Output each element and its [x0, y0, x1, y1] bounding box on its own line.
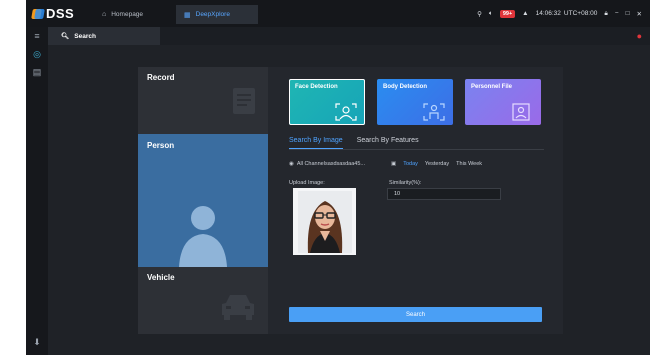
category-record-label: Record	[147, 73, 175, 82]
status-area: ⚲ 🔈︎ 99+ ▲ 14:06:32 UTC+08:00 🔒︎ − □ ✕	[477, 9, 650, 18]
card-personnel-file-label: Personnel File	[471, 84, 513, 90]
tab-search-by-features[interactable]: Search By Features	[357, 137, 419, 149]
filter-row: ◉ All Channelsasdsasdaa45... ▣ Today Yes…	[289, 161, 482, 167]
similarity-input[interactable]: 10	[387, 188, 501, 200]
category-person[interactable]: Person	[138, 134, 268, 267]
left-edge	[0, 0, 26, 355]
clock-timezone: UTC+08:00	[563, 10, 598, 17]
person-icon	[179, 206, 227, 267]
search-panel: Record Person Vehicle Face Detection Bod…	[138, 67, 563, 334]
right-edge	[650, 0, 656, 355]
date-range: ▣ Today Yesterday This Week	[391, 161, 482, 167]
tab-search-by-image[interactable]: Search By Image	[289, 137, 343, 149]
category-vehicle-label: Vehicle	[147, 273, 175, 282]
date-today[interactable]: Today	[403, 161, 418, 167]
body-scan-icon	[423, 103, 445, 121]
icon-rail: ≡ ◎ ▤ ⬇︎	[26, 27, 48, 355]
channel-selector-value: All Channelsasdsasdaa45...	[296, 161, 365, 167]
home-icon: ⌂	[102, 11, 107, 18]
uploaded-photo[interactable]	[293, 188, 356, 255]
date-this-week[interactable]: This Week	[456, 161, 482, 167]
tab-search[interactable]: 🔍︎ Search	[48, 27, 160, 45]
upload-image-label: Upload Image:	[289, 180, 325, 186]
card-face-detection-label: Face Detection	[295, 84, 338, 90]
calendar-icon[interactable]: ▣	[391, 161, 396, 167]
alarm-icon[interactable]: 🔈︎	[489, 10, 493, 18]
search-icon: 🔍︎	[61, 33, 70, 40]
search-content: Face Detection Body Detection Personnel …	[268, 67, 563, 334]
date-yesterday[interactable]: Yesterday	[425, 161, 449, 167]
sub-bar: 🔍︎ Search ●	[48, 27, 650, 45]
search-button[interactable]: Search	[289, 307, 542, 322]
search-app-icon[interactable]: ◎	[26, 45, 48, 63]
tab-search-label: Search	[74, 32, 96, 40]
tab-deepxplore-label: DeepXplore	[195, 11, 230, 18]
wifi-icon[interactable]: ⚲	[477, 10, 482, 18]
lock-icon[interactable]: 🔒︎	[604, 10, 607, 18]
tab-deepxplore[interactable]: ▦ DeepXplore	[176, 5, 258, 24]
device-icon[interactable]: ▤	[26, 63, 48, 81]
search-mode-tabs: Search By Image Search By Features	[289, 137, 419, 149]
title-bar: DSS ⌂ Homepage ▦ DeepXplore ⚲ 🔈︎ 99+ ▲ 1…	[26, 0, 650, 27]
face-photo	[297, 190, 352, 253]
location-icon: ◉	[289, 161, 294, 167]
user-icon[interactable]: ▲	[522, 10, 528, 17]
similarity-label: Similarity(%):	[389, 180, 422, 186]
category-person-label: Person	[147, 141, 175, 150]
minimize-icon[interactable]: −	[615, 10, 619, 17]
category-vehicle[interactable]: Vehicle	[138, 267, 268, 334]
download-icon[interactable]: ⬇︎	[26, 333, 48, 351]
card-body-detection[interactable]: Body Detection	[377, 79, 453, 125]
card-face-detection[interactable]: Face Detection	[289, 79, 365, 125]
card-personnel-file[interactable]: Personnel File	[465, 79, 541, 125]
menu-icon[interactable]: ≡	[26, 27, 48, 45]
tab-homepage[interactable]: ⌂ Homepage	[94, 5, 176, 24]
face-scan-icon	[335, 103, 357, 121]
personnel-file-icon	[512, 103, 530, 121]
app-logo: DSS	[31, 6, 94, 21]
maximize-icon[interactable]: □	[626, 10, 630, 17]
tab-homepage-label: Homepage	[111, 11, 144, 18]
logo-text: DSS	[46, 6, 75, 21]
logo-icon	[31, 8, 45, 20]
car-icon	[222, 295, 254, 320]
notification-icon[interactable]: ●	[637, 31, 642, 41]
grid-icon: ▦	[184, 11, 191, 19]
channel-selector[interactable]: ◉ All Channelsasdsasdaa45...	[289, 161, 385, 167]
category-record[interactable]: Record	[138, 67, 268, 134]
card-body-detection-label: Body Detection	[383, 84, 428, 90]
close-icon[interactable]: ✕	[637, 10, 642, 18]
alarm-badge[interactable]: 99+	[499, 9, 516, 18]
record-icon	[233, 88, 255, 114]
tab-divider	[289, 149, 544, 150]
detection-cards: Face Detection Body Detection Personnel …	[289, 79, 541, 125]
clock-time: 14:06:32	[535, 10, 561, 17]
